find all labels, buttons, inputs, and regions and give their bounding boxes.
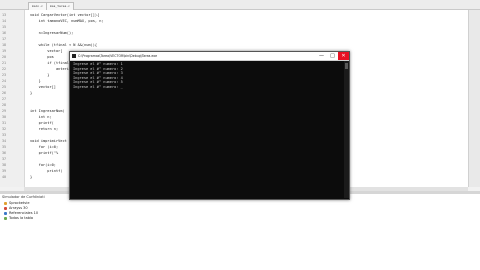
code-line: void imprimirVect [30, 139, 67, 143]
maximize-button[interactable]: □ [327, 52, 338, 60]
console-app-icon [72, 54, 76, 58]
minimize-button[interactable]: — [316, 52, 327, 60]
code-line: for(i=0; [30, 163, 56, 167]
line-number: 28 [2, 103, 7, 107]
line-number: 17 [2, 37, 7, 41]
editor-toolbar: main.c mas_tarea.c [0, 0, 480, 10]
console-line: Ingrese el #° numero: 1 [73, 62, 123, 66]
line-number: 31 [2, 121, 7, 125]
code-line: vector[ [30, 49, 63, 53]
tree-item[interactable]: Referenciales 10 [4, 211, 38, 215]
line-number: 34 [2, 139, 7, 143]
console-window[interactable]: C:\Programas\Tarea\VECTOR\bin\Debug\Tare… [69, 51, 350, 200]
tree-item-label: Referenciales 10 [9, 211, 39, 215]
line-number: 24 [2, 79, 7, 83]
line-number: 35 [2, 145, 7, 149]
code-line: printf( [30, 169, 63, 173]
tab-mas-tarea[interactable]: mas_tarea.c [46, 2, 74, 10]
code-line: return n; [30, 127, 59, 131]
code-line: } [30, 73, 50, 77]
line-number: 15 [2, 25, 7, 29]
line-number: 30 [2, 115, 7, 119]
console-line: Ingrese el #° numero: _ [73, 84, 123, 89]
tab-main[interactable]: main.c [28, 2, 47, 10]
line-number: 38 [2, 163, 7, 167]
folder-icon [4, 206, 7, 210]
console-title-bar[interactable]: C:\Programas\Tarea\VECTOR\bin\Debug\Tare… [70, 52, 349, 61]
line-number: 29 [2, 109, 7, 113]
code-line: if (tfinal [30, 61, 69, 65]
line-number: 39 [2, 169, 7, 173]
code-line: } [30, 91, 33, 95]
tree-item-label: Todas la tabla [9, 216, 34, 220]
line-number: 37 [2, 157, 7, 161]
line-number: 36 [2, 151, 7, 155]
line-number: 25 [2, 85, 7, 89]
folder-icon [4, 201, 7, 205]
console-title: C:\Programas\Tarea\VECTOR\bin\Debug\Tare… [78, 54, 158, 58]
line-number: 19 [2, 49, 7, 53]
folder-icon [4, 216, 7, 220]
code-line: vector[] [30, 85, 56, 89]
tree-item[interactable]: Sprocketvie [4, 201, 30, 205]
line-number: 18 [2, 43, 7, 47]
console-scrollbar-thumb[interactable] [345, 63, 348, 69]
console-output[interactable]: Ingrese el #° numero: 1 Ingrese el #° nu… [73, 62, 123, 90]
code-line: for (i=0; [30, 145, 59, 149]
code-line: } [30, 79, 41, 83]
line-number: 32 [2, 127, 7, 131]
line-number: 14 [2, 19, 7, 23]
line-number: 20 [2, 55, 7, 59]
close-button[interactable]: ✕ [338, 52, 349, 60]
code-line: } [30, 175, 33, 179]
code-line: printf("% [30, 151, 59, 155]
line-number: 33 [2, 133, 7, 137]
tree-item[interactable]: Todas la tabla [4, 216, 33, 220]
line-number: 22 [2, 67, 7, 71]
line-number-gutter: 13 14 15 16 17 18 19 20 21 22 23 24 25 2… [0, 10, 25, 187]
line-number: 13 [2, 13, 7, 17]
folder-icon [4, 211, 7, 215]
code-line: pos [30, 55, 54, 59]
line-number: 40 [2, 175, 7, 179]
console-scrollbar[interactable] [344, 61, 349, 198]
code-line: int n; [30, 115, 52, 119]
code-line: int tamanoVEC, numMAX, pos, n; [30, 19, 104, 23]
code-line: n=IngresarNum(); [30, 31, 74, 35]
code-line: int IngresarNum( [30, 109, 65, 113]
code-line: printf( [30, 121, 54, 125]
editor-vertical-scrollbar[interactable] [468, 10, 480, 187]
tree-item[interactable]: Arrayss 30 [4, 206, 28, 210]
line-number: 16 [2, 31, 7, 35]
tree-item-label: Arrayss 30 [9, 206, 28, 210]
line-number: 27 [2, 97, 7, 101]
line-number: 23 [2, 73, 7, 77]
code-line: void CargarVector(int vector[]){ [30, 13, 100, 17]
tree-item-label: Sprocketvie [9, 201, 30, 205]
bottom-panel: Simulador de Curfdiniati Sprocketvie Arr… [0, 194, 480, 270]
code-line: while (tfinal < N &&(num)){ [30, 43, 98, 47]
panel-title: Simulador de Curfdiniati [2, 195, 45, 199]
line-number: 26 [2, 91, 7, 95]
line-number: 21 [2, 61, 7, 65]
